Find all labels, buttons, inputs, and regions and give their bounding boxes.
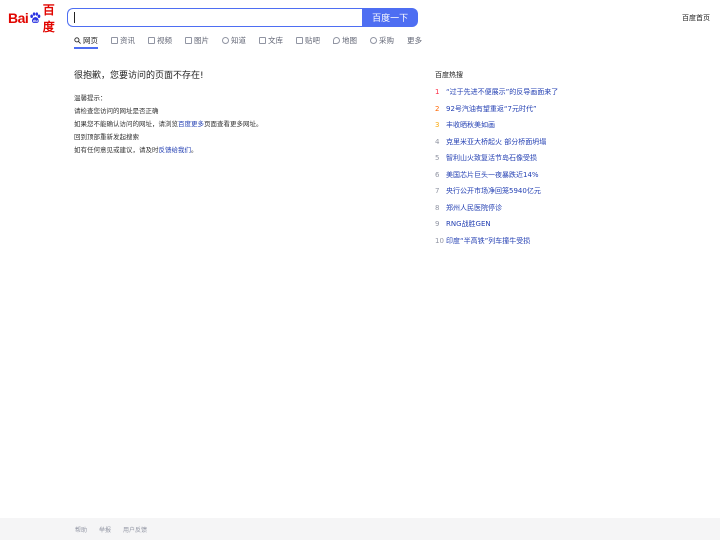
question-icon [222,36,229,44]
list-item[interactable]: 6 美国芯片巨头一夜暴跌近14% [435,167,558,184]
search-icon [74,36,81,44]
search-input[interactable] [67,8,363,27]
search-button[interactable]: 百度一下 [362,8,418,27]
list-item[interactable]: 5 智利山火致复活节岛石像受损 [435,150,558,167]
search-bar: 百度一下 [67,8,418,27]
tip-line: 如果您不能确认访问的网址，请浏览百度更多页面查看更多网址。 [74,118,263,131]
svg-text:du: du [33,18,38,23]
tab-label: 文库 [268,35,283,45]
hot-rank: 3 [435,121,440,130]
tab-wenku[interactable]: 文库 [259,34,283,46]
tab-label: 贴吧 [305,35,320,45]
logo-cn-text: 百度 [42,3,55,34]
tip-line: 回到顶部重新发起搜索 [74,133,139,141]
tieba-icon [296,36,303,44]
error-tips: 温馨提示： 请检查您访问的网址是否正确 如果您不能确认访问的网址，请浏览百度更多… [74,92,263,157]
error-title: 很抱歉，您要访问的页面不存在! [74,71,204,81]
tab-label: 更多 [407,35,422,45]
tab-map[interactable]: 地图 [333,34,357,46]
tip-text: 如果您不能确认访问的网址，请浏览 [74,120,178,128]
tab-tieba[interactable]: 贴吧 [296,34,320,46]
hot-rank: 4 [435,137,440,146]
list-item[interactable]: 9 RNG战胜GEN [435,216,558,233]
hot-rank: 8 [435,203,440,212]
search-tabs: 网页 资讯 视频 图片 知道 文库 贴吧 地图 采购 更多 [74,34,435,50]
footer-report-link[interactable]: 举报 [99,525,111,534]
footer-help-link[interactable]: 帮助 [75,525,87,534]
feedback-link[interactable]: 反馈给我们 [159,146,192,154]
tab-label: 地图 [342,35,357,45]
baidu-home-link[interactable]: 百度首页 [682,13,710,23]
hot-link[interactable]: 印度“半高铁”列车撞牛受损 [446,236,530,246]
list-item[interactable]: 3 丰收晒秋美如画 [435,117,558,134]
tab-news[interactable]: 资讯 [111,34,135,46]
tip-line: 如有任何意见或建议，请及时反馈给我们。 [74,144,263,157]
active-tab-indicator [74,47,98,49]
hot-link[interactable]: 智利山火致复活节岛石像受损 [446,153,537,163]
hot-rank: 6 [435,170,440,179]
list-item[interactable]: 8 郑州人民医院停诊 [435,200,558,217]
hot-rank: 7 [435,187,440,196]
tip-line: 请检查您访问的网址是否正确 [74,107,159,115]
tab-label: 网页 [83,35,98,45]
tab-label: 采购 [379,35,394,45]
hot-link[interactable]: 丰收晒秋美如画 [446,120,495,130]
map-pin-icon [333,36,340,44]
paw-icon: du [30,12,41,23]
list-item[interactable]: 4 克里米亚大桥起火 部分桥面坍塌 [435,134,558,151]
hot-rank: 9 [435,220,440,229]
video-icon [148,36,155,44]
hot-rank: 2 [435,104,440,113]
hot-link[interactable]: 92号汽油有望重返“7元时代” [446,104,537,114]
tab-label: 知道 [231,35,246,45]
document-icon [259,36,266,44]
tab-video[interactable]: 视频 [148,34,172,46]
hot-link[interactable]: 克里米亚大桥起火 部分桥面坍塌 [446,137,546,147]
tab-label: 视频 [157,35,172,45]
list-item[interactable]: 2 92号汽油有望重返“7元时代” [435,101,558,118]
list-item[interactable]: 7 央行公开市场净回笼5940亿元 [435,183,558,200]
hot-link[interactable]: “过于先进不便展示”的反导画面来了 [446,87,558,97]
purchase-icon [370,36,377,44]
hot-link[interactable]: 郑州人民医院停诊 [446,203,502,213]
hot-rank: 5 [435,154,440,163]
footer: 帮助 举报 用户反馈 [0,518,720,540]
list-item[interactable]: 1 “过于先进不便展示”的反导画面来了 [435,84,558,101]
image-icon [185,36,192,44]
tip-text: 。 [191,146,198,154]
news-icon [111,36,118,44]
hot-link[interactable]: 央行公开市场净回笼5940亿元 [446,186,541,196]
tab-web[interactable]: 网页 [74,34,98,46]
baidu-more-link[interactable]: 百度更多 [178,120,204,128]
hot-link[interactable]: 美国芯片巨头一夜暴跌近14% [446,170,539,180]
tip-text: 页面查看更多网址。 [204,120,263,128]
tab-zhidao[interactable]: 知道 [222,34,246,46]
footer-feedback-link[interactable]: 用户反馈 [123,525,147,534]
tab-images[interactable]: 图片 [185,34,209,46]
hot-link[interactable]: RNG战胜GEN [446,219,491,229]
list-item[interactable]: 10 印度“半高铁”列车撞牛受损 [435,233,558,250]
tab-label: 图片 [194,35,209,45]
tip-text: 如有任何意见或建议，请及时 [74,146,159,154]
hot-search-list: 1 “过于先进不便展示”的反导画面来了 2 92号汽油有望重返“7元时代” 3 丰收晒… [435,84,558,249]
tab-more[interactable]: 更多 [407,34,422,46]
logo-text: Bai [8,10,29,26]
hot-search-title: 百度热搜 [435,71,463,79]
hot-rank: 1 [435,88,440,97]
text-caret [74,12,75,23]
tab-purchase[interactable]: 采购 [370,34,394,46]
hot-rank: 10 [435,236,444,245]
baidu-logo[interactable]: Bai du 百度 [8,3,64,34]
tab-label: 资讯 [120,35,135,45]
tips-heading: 温馨提示： [74,94,107,102]
